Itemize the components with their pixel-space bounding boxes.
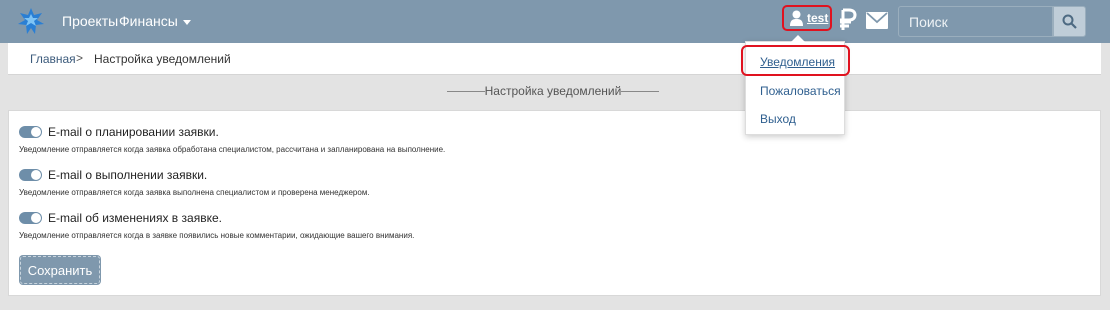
divider-right [621,91,659,92]
dropdown-arrow [791,35,805,42]
nav-finance-label: Финансы [119,13,178,29]
mail-icon[interactable] [866,12,888,29]
option-label-changes: E-mail об изменениях в заявке. [48,211,222,225]
breadcrumb-current: Настройка уведомлений [94,52,231,66]
user-dropdown-menu: Уведомления Пожаловаться Выход [745,35,845,135]
caret-down-icon [182,19,191,25]
logo-icon[interactable] [17,7,45,35]
option-label-completion: E-mail о выполнении заявки. [48,168,208,182]
nav-projects-link[interactable]: Проекты [62,13,118,29]
breadcrumb-home-link[interactable]: Главная [30,52,76,66]
search-icon [1062,14,1077,29]
save-button[interactable]: Сохранить [20,256,100,284]
ruble-icon[interactable] [838,8,858,32]
section-title-text: Настройка уведомлений [484,84,622,98]
breadcrumb: Главная > Настройка уведомлений [8,43,1101,75]
option-label-planning: E-mail о планировании заявки. [48,125,219,139]
option-desc-completion: Уведомление отправляется когда заявка вы… [19,188,370,197]
toggle-planning[interactable] [19,126,42,138]
search-button[interactable] [1053,6,1086,37]
user-menu-toggle[interactable]: test [782,5,832,31]
user-icon [790,10,803,26]
navbar: Проекты Финансы test [0,0,1110,43]
toggle-knob [31,170,41,180]
section-title: Настройка уведомлений [447,84,659,98]
nav-finance-dropdown[interactable]: Финансы [119,13,191,29]
option-desc-planning: Уведомление отправляется когда заявка об… [19,145,446,154]
search-input[interactable] [898,6,1053,37]
toggle-changes[interactable] [19,212,42,224]
username-link: test [807,11,829,25]
settings-form: E-mail о планировании заявки. Уведомлени… [8,110,1101,296]
option-desc-changes: Уведомление отправляется когда в заявке … [19,231,415,240]
divider-left [447,91,485,92]
menu-item-complain[interactable]: Пожаловаться [760,84,841,98]
breadcrumb-separator: > [76,51,84,65]
menu-item-logout[interactable]: Выход [760,112,796,126]
toggle-completion[interactable] [19,169,42,181]
toggle-knob [31,127,41,137]
toggle-knob [31,213,41,223]
menu-item-notifications[interactable]: Уведомления [760,55,835,69]
